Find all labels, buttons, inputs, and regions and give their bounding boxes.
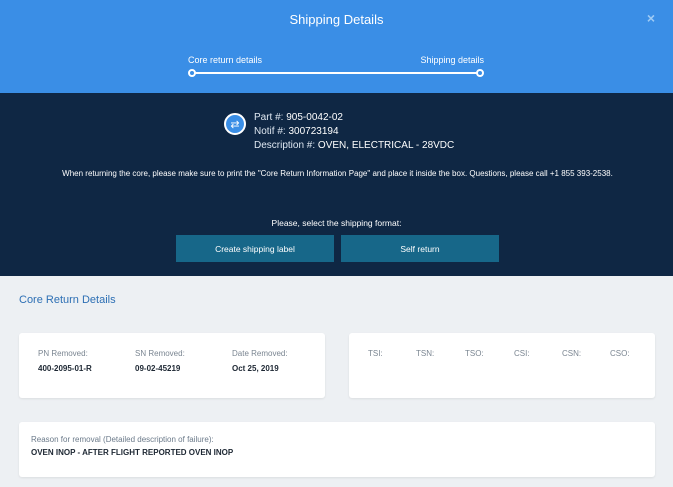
self-return-button[interactable]: Self return	[341, 235, 499, 262]
step-dot-core-return[interactable]	[188, 69, 196, 77]
date-removed-value: Oct 25, 2019	[232, 364, 279, 373]
time-cycle-stats-card: TSI: TSN: TSO: CSI: CSN: CSO:	[349, 333, 655, 398]
shipping-format-prompt: Please, select the shipping format:	[271, 218, 402, 228]
step-dot-shipping[interactable]	[476, 69, 484, 77]
part-number-value: 905-0042-02	[286, 112, 343, 123]
modal-header: Shipping Details × Core return details S…	[0, 0, 673, 93]
cso-label: CSO:	[610, 349, 630, 358]
csn-label: CSN:	[562, 349, 582, 358]
modal-title: Shipping Details	[289, 12, 384, 27]
pn-removed-label: PN Removed:	[38, 349, 88, 358]
step-label-core-return: Core return details	[188, 55, 263, 65]
pn-removed-value: 400-2095-01-R	[38, 364, 92, 373]
part-details: Part #: 905-0042-02 Notif #: 300723194 D…	[254, 111, 454, 153]
swap-arrows-icon: ⇄	[224, 113, 246, 135]
return-notice: When returning the core, please make sur…	[62, 169, 613, 178]
core-return-section-title: Core Return Details	[19, 294, 116, 306]
description-value: OVEN, ELECTRICAL - 28VDC	[317, 140, 455, 151]
sn-removed-value: 09-02-45219	[135, 364, 181, 373]
progress-stepper: Core return details Shipping details	[188, 55, 484, 77]
date-removed-label: Date Removed:	[232, 349, 288, 358]
description-label: Description #:	[254, 140, 316, 151]
sn-removed-label: SN Removed:	[135, 349, 185, 358]
removal-reason-card: Reason for removal (Detailed description…	[19, 422, 655, 477]
csi-label: CSI:	[514, 349, 530, 358]
tsn-label: TSN:	[416, 349, 435, 358]
close-icon[interactable]: ×	[647, 10, 655, 26]
notif-number-label: Notif #:	[254, 126, 286, 137]
part-number-label: Part #:	[254, 112, 284, 123]
removal-reason-value: OVEN INOP - AFTER FLIGHT REPORTED OVEN I…	[31, 448, 234, 457]
removal-reason-label: Reason for removal (Detailed description…	[31, 435, 214, 444]
tsi-label: TSI:	[368, 349, 383, 358]
tso-label: TSO:	[465, 349, 484, 358]
notif-number-value: 300723194	[288, 126, 339, 137]
removal-details-card: PN Removed: 400-2095-01-R SN Removed: 09…	[19, 333, 325, 398]
stepper-line	[192, 72, 480, 74]
create-shipping-label-button[interactable]: Create shipping label	[176, 235, 334, 262]
step-label-shipping: Shipping details	[420, 55, 484, 65]
